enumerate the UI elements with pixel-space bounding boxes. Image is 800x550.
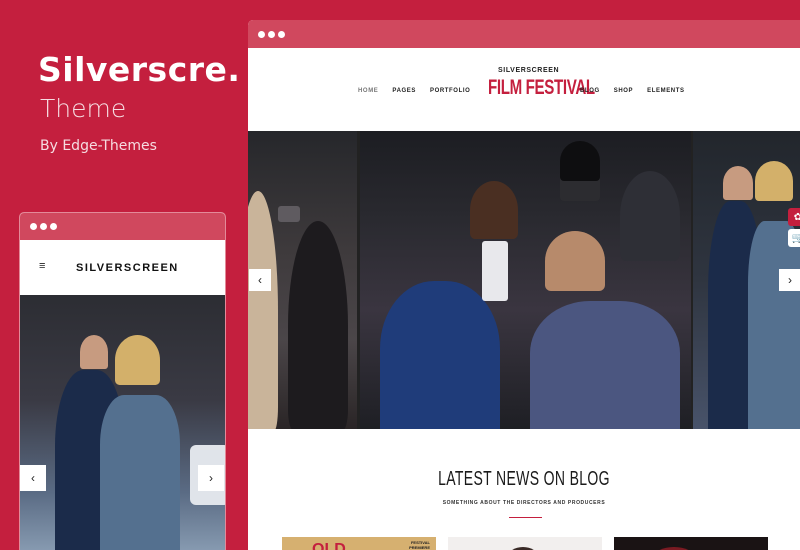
slider-prev-button[interactable]: ‹: [249, 269, 271, 291]
window-dot: [30, 223, 37, 230]
site-header: HOME PAGES PORTFOLIO SILVERSCREEN FILM F…: [248, 48, 800, 131]
window-dot: [258, 30, 265, 38]
chevron-left-icon: ‹: [258, 273, 262, 287]
mobile-slider-prev-button[interactable]: ‹: [20, 465, 46, 491]
hero-slider[interactable]: ‹ › ✿ 🛒: [248, 131, 800, 429]
window-dot: [278, 30, 285, 38]
slide-image-main: [360, 131, 691, 429]
window-dot: [40, 223, 47, 230]
slider-next-button[interactable]: ›: [779, 269, 800, 291]
section-subtitle: SOMETHING ABOUT THE DIRECTORS AND PRODUC…: [442, 500, 606, 506]
nav-item-pages[interactable]: PAGES: [392, 88, 416, 94]
nav-item-elements[interactable]: ELEMENTS: [647, 88, 684, 94]
nav-item-shop[interactable]: SHOP: [614, 88, 633, 94]
promo-subtitle: Theme: [40, 94, 127, 123]
blog-post-thumbnail[interactable]: [614, 537, 768, 550]
menu-icon[interactable]: ≡: [39, 260, 45, 272]
desktop-browser-mockup: HOME PAGES PORTFOLIO SILVERSCREEN FILM F…: [248, 20, 800, 550]
nav-right: BLOG SHOP ELEMENTS: [580, 88, 685, 94]
mobile-slider-next-button[interactable]: ›: [198, 465, 224, 491]
blog-post-thumbnail[interactable]: OLD FESTIVAL PREMIERE: [282, 537, 436, 550]
mobile-header: ≡ SILVERSCREEN: [20, 240, 225, 295]
section-divider: [509, 517, 542, 518]
chevron-right-icon: ›: [209, 471, 213, 485]
promo-title: Silverscre..: [38, 50, 243, 89]
browser-titlebar: [248, 20, 800, 48]
site-logo[interactable]: FILM FESTIVAL: [488, 76, 595, 100]
mobile-logo[interactable]: SILVERSCREEN: [76, 262, 179, 274]
nav-item-portfolio[interactable]: PORTFOLIO: [430, 88, 470, 94]
browser-titlebar: [20, 213, 225, 240]
chevron-left-icon: ‹: [31, 471, 35, 485]
nav-item-blog[interactable]: BLOG: [580, 88, 600, 94]
mobile-browser-mockup: ≡ SILVERSCREEN ‹ ›: [19, 212, 226, 550]
chevron-right-icon: ›: [788, 273, 792, 287]
site-logo-small[interactable]: SILVERSCREEN: [498, 67, 559, 74]
thumb-caption: FESTIVAL PREMIERE: [409, 540, 430, 550]
blog-post-thumbnail[interactable]: [448, 537, 602, 550]
settings-icon[interactable]: ✿: [788, 208, 800, 226]
window-dot: [268, 30, 275, 38]
window-dot: [50, 223, 57, 230]
section-title: LATEST NEWS ON BLOG: [438, 468, 610, 490]
mobile-slide-image: ‹ ›: [20, 295, 225, 550]
promo-author: By Edge-Themes: [40, 138, 157, 154]
cart-icon[interactable]: 🛒: [788, 229, 800, 247]
nav-item-home[interactable]: HOME: [358, 88, 378, 94]
nav-left: HOME PAGES PORTFOLIO: [358, 88, 470, 94]
